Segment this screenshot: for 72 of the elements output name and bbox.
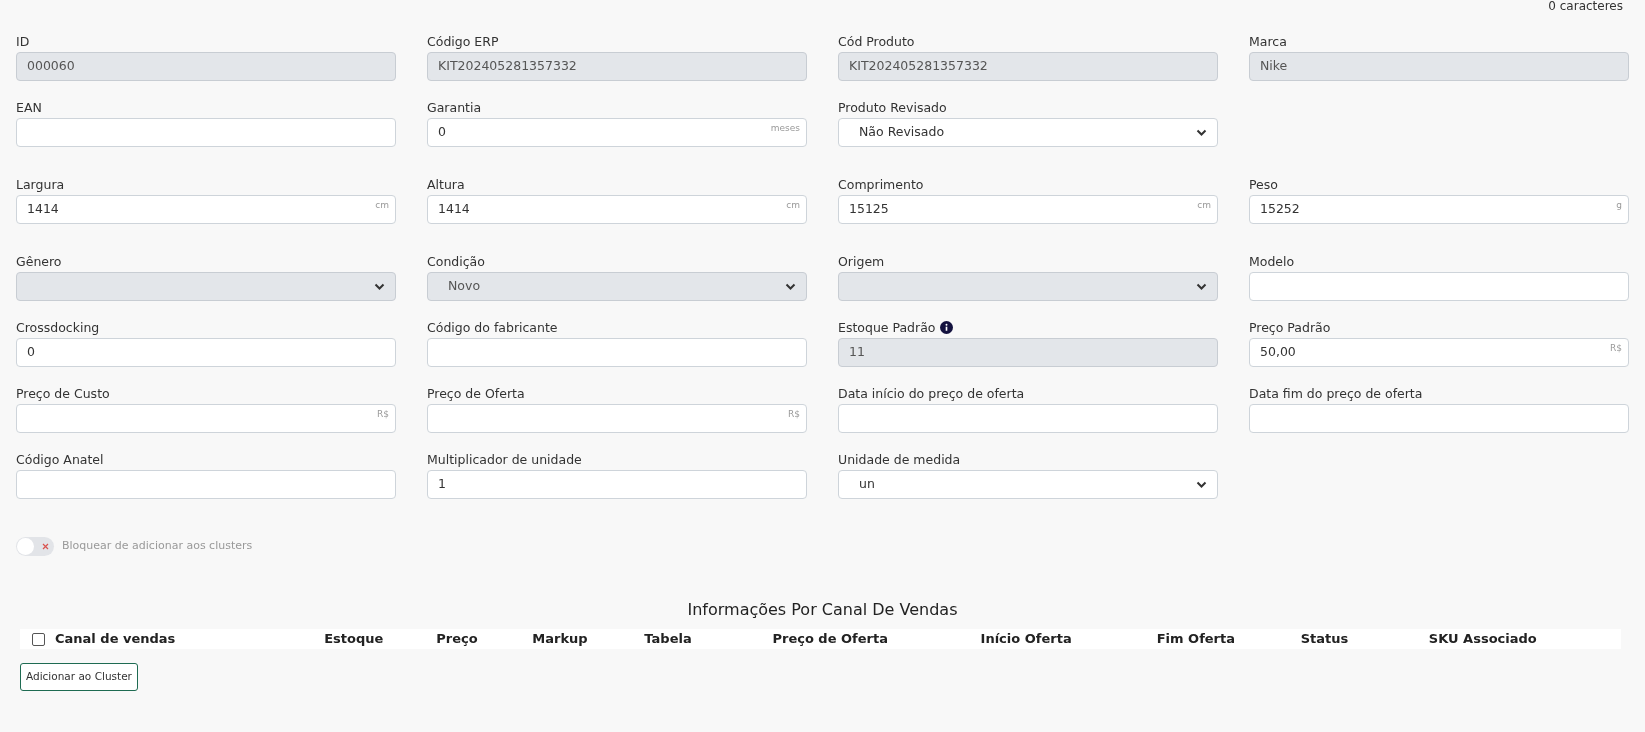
field-label: Estoque Padrão [838,320,936,335]
column-header: Status [1300,631,1349,646]
input-field[interactable] [16,118,396,147]
input-field[interactable]: 0 meses [427,118,807,147]
unit-label: cm [375,200,389,210]
character-counter: 0 caracteres [1547,0,1624,12]
toggle-switch[interactable] [16,537,54,556]
unit-label: cm [786,200,800,210]
field-label: Código Anatel [16,452,104,467]
field-label: Código ERP [427,34,499,49]
caret-icon [1196,481,1207,489]
unit-label: cm [1197,200,1211,210]
input-field[interactable] [427,338,807,367]
caret-icon [785,283,796,291]
unit-label: meses [770,123,800,133]
input-field[interactable] [838,404,1218,433]
toggle-label: Bloquear de adicionar aos clusters [62,538,253,555]
input-field[interactable]: 1 [427,470,807,499]
input-field[interactable] [16,470,396,499]
input-field[interactable]: 50,00 R$ [1249,338,1629,367]
field-label: Modelo [1249,254,1295,269]
column-header: SKU Associado [1428,631,1537,646]
select-field[interactable]: Não Revisado [838,118,1218,147]
field-label: Multiplicador de unidade [427,452,582,467]
column-header: Fim Oferta [1156,631,1235,646]
field-label: Data fim do preço de oferta [1249,386,1423,401]
checkbox[interactable] [32,633,45,646]
field-label: Condição [427,254,485,269]
field-label: Altura [427,177,465,192]
column-header: Preço de Oferta [772,631,888,646]
field-label: Data início do preço de oferta [838,386,1025,401]
field-label: Crossdocking [16,320,100,335]
field-label: Marca [1249,34,1287,49]
close-icon [42,543,49,550]
input-field[interactable]: 1414 cm [16,195,396,224]
section-title: Informações Por Canal De Vendas [686,599,959,621]
caret-icon [374,283,385,291]
unit-label: R$ [1610,343,1622,353]
unit-label: R$ [788,409,800,419]
input-field[interactable]: 15252 g [1249,195,1629,224]
input-field[interactable]: 15125 cm [838,195,1218,224]
select-field[interactable]: un [838,470,1218,499]
field-label: Largura [16,177,65,192]
input-field[interactable] [1249,272,1629,301]
column-header: Canal de vendas [55,631,176,646]
field-label: Comprimento [838,177,924,192]
field-label: Peso [1249,177,1278,192]
input-field[interactable]: 1414 cm [427,195,807,224]
column-header: Preço [436,631,478,646]
input-field[interactable]: 0 [16,338,396,367]
field-label: Garantia [427,100,482,115]
field-label: Unidade de medida [838,452,961,467]
unit-label: g [1616,200,1622,210]
column-header: Estoque [324,631,384,646]
column-header: Início Oferta [980,631,1072,646]
field-label: Origem [838,254,885,269]
field-label: Preço de Oferta [427,386,525,401]
input-field[interactable] [1249,404,1629,433]
unit-label: R$ [377,409,389,419]
field-label: Código do fabricante [427,320,558,335]
field-label: Cód Produto [838,34,915,49]
field-label: EAN [16,100,42,115]
field-label: Gênero [16,254,62,269]
field-label: Preço Padrão [1249,320,1331,335]
column-header: Markup [532,631,588,646]
column-header: Tabela [644,631,692,646]
caret-icon [1196,283,1207,291]
field-label: ID [16,34,30,49]
add-to-cluster-button[interactable]: Adicionar ao Cluster [20,663,138,691]
field-label: Preço de Custo [16,386,110,401]
caret-icon [1196,129,1207,137]
field-label: Produto Revisado [838,100,947,115]
